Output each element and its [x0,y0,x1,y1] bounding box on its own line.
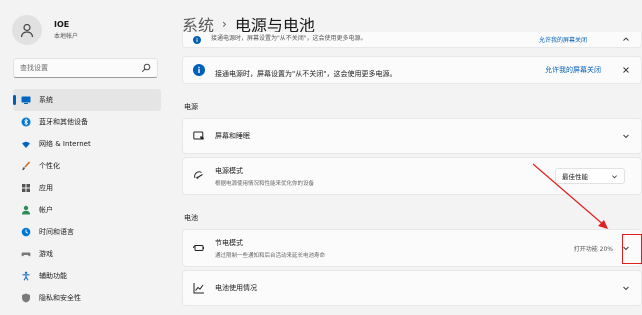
nav-list: 系统 蓝牙和其他设备 网络 & Internet 个性化 应用 帐户 时间和语言 [13,89,161,309]
bluetooth-icon [21,117,31,127]
chart-line-icon [193,282,205,294]
info-banner-partial: 接通电源时，屏幕设置为"从不关闭"，这会使用更多电源。 允许我的屏幕关闭 [182,32,642,48]
monitor-icon [21,95,31,105]
power-mode-row: 电源模式 根据电源使用情况和性能来优化你的设备 最佳性能 [182,157,642,195]
user-account-type: 本地帐户 [54,33,79,40]
brush-icon [21,161,31,171]
screen-sleep-row[interactable]: 屏幕和睡眠 [182,118,642,154]
screen-sleep-icon [193,130,205,142]
apps-icon [21,183,31,193]
sidebar-item-bluetooth[interactable]: 蓝牙和其他设备 [13,111,161,133]
battery-saver-description: 通过限制一些通知和后台活动来延长电池寿命 [215,252,326,259]
sidebar-item-accounts[interactable]: 帐户 [13,199,161,221]
search-placeholder: 查找设置 [20,64,48,72]
allow-screen-off-link[interactable]: 允许我的屏幕关闭 [545,65,601,75]
sidebar-item-gaming[interactable]: 游戏 [13,243,161,265]
allow-screen-off-link[interactable]: 允许我的屏幕关闭 [539,35,587,44]
sidebar: IOE 本地帐户 查找设置 系统 蓝牙和其他设备 网络 & Internet 个… [0,0,170,315]
gamepad-icon [21,249,31,259]
person-icon [20,23,34,38]
sidebar-item-label: 网络 & Internet [39,140,91,148]
sidebar-item-time-language[interactable]: 时间和语言 [13,221,161,243]
search-input[interactable]: 查找设置 [13,58,158,78]
chevron-down-icon[interactable] [621,131,631,141]
sidebar-item-apps[interactable]: 应用 [13,177,161,199]
info-icon [193,36,201,44]
battery-saver-icon [193,242,205,254]
sidebar-item-label: 个性化 [39,162,60,170]
breadcrumb-separator: › [222,17,227,31]
info-icon [193,64,205,76]
sidebar-item-label: 隐私和安全性 [39,294,81,302]
person-icon [21,205,31,215]
collapse-chevron-icon[interactable] [621,34,631,44]
power-mode-label: 电源模式 [215,166,243,175]
section-heading-power: 电源 [184,103,198,111]
battery-saver-status: 打开功能 20% [573,245,613,253]
close-icon[interactable] [621,65,631,75]
user-name: IOE [54,20,70,29]
highlight-box [622,234,642,264]
sidebar-item-label: 蓝牙和其他设备 [39,118,88,126]
wifi-icon [21,139,31,149]
info-text: 接通电源时，屏幕设置为"从不关闭"，这会使用更多电源。 [211,35,367,42]
shield-icon [21,293,31,303]
sidebar-item-privacy[interactable]: 隐私和安全性 [13,287,161,309]
search-icon [141,63,151,73]
power-mode-description: 根据电源使用情况和性能来优化你的设备 [215,180,315,187]
chevron-down-icon [612,174,617,178]
accessibility-icon [21,271,31,281]
power-mode-value: 最佳性能 [562,173,588,181]
info-banner: 接通电源时，屏幕设置为"从不关闭"，这会使用更多电源。 允许我的屏幕关闭 [182,56,642,84]
battery-saver-row[interactable]: 节电模式 通过限制一些通知和后台活动来延长电池寿命 打开功能 20% [182,229,642,267]
power-mode-icon [193,170,205,182]
battery-usage-row[interactable]: 电池使用情况 [182,270,642,306]
sidebar-item-personalization[interactable]: 个性化 [13,155,161,177]
info-text: 接通电源时，屏幕设置为"从不关闭"，这会使用更多电源。 [215,69,397,78]
sidebar-item-label: 时间和语言 [39,228,74,236]
sidebar-item-label: 应用 [39,184,53,192]
sidebar-item-network[interactable]: 网络 & Internet [13,133,161,155]
section-heading-battery: 电池 [184,214,198,222]
battery-usage-label: 电池使用情况 [215,284,257,292]
avatar [12,15,42,45]
sidebar-item-label: 帐户 [39,206,53,214]
sidebar-item-accessibility[interactable]: 辅助功能 [13,265,161,287]
power-mode-dropdown[interactable]: 最佳性能 [555,168,625,184]
chevron-down-icon[interactable] [621,283,631,293]
globe-clock-icon [21,227,31,237]
screen-sleep-label: 屏幕和睡眠 [215,132,250,140]
sidebar-item-system[interactable]: 系统 [13,89,161,111]
sidebar-item-label: 游戏 [39,250,53,258]
battery-saver-label: 节电模式 [215,238,243,247]
sidebar-item-label: 辅助功能 [39,272,67,280]
sidebar-item-label: 系统 [39,96,53,104]
user-profile[interactable]: IOE 本地帐户 [12,15,78,45]
